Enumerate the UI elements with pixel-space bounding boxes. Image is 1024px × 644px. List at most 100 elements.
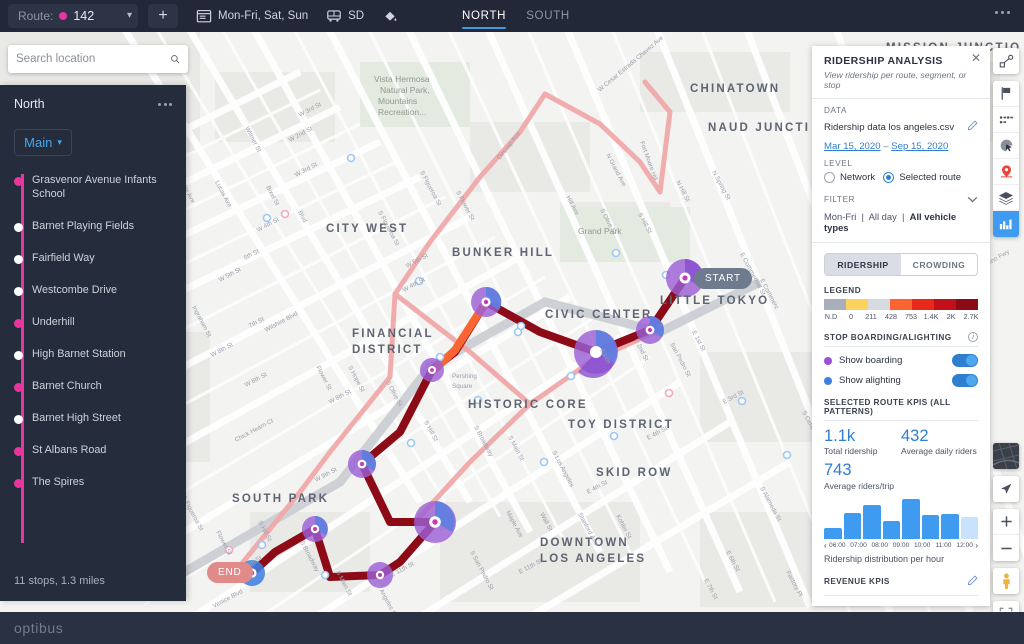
tab-south[interactable]: SOUTH	[526, 0, 570, 32]
tab-crowding[interactable]: CROWDING	[901, 254, 977, 275]
legend-swatch	[846, 299, 868, 310]
list-item[interactable]: St Albans Road	[0, 444, 186, 476]
zoom-out-button[interactable]	[993, 535, 1019, 561]
calendar-icon	[196, 9, 212, 23]
list-item[interactable]: The Spires	[0, 476, 186, 508]
chart-caption: Ridership distribution per hour	[824, 553, 945, 564]
route-shape-icon[interactable]	[993, 48, 1019, 74]
legend-tick: 0	[849, 312, 853, 321]
toggle-switch[interactable]	[952, 354, 978, 367]
revenue-section-title: REVENUE KPIS	[824, 577, 890, 587]
zoom-in-button[interactable]	[993, 509, 1019, 535]
list-item[interactable]: Westcombe Drive	[0, 284, 186, 316]
list-item[interactable]: Barnet Playing Fields	[0, 220, 186, 252]
bar-1100[interactable]	[921, 514, 939, 539]
data-section-label: DATA	[824, 106, 848, 115]
legend-swatch	[824, 299, 846, 310]
search-input[interactable]	[16, 53, 170, 65]
list-item[interactable]: Underhill	[0, 316, 186, 348]
legend-swatch	[956, 299, 978, 310]
search-location-box[interactable]	[8, 45, 188, 73]
bar-1300-partial[interactable]	[960, 516, 978, 539]
tab-ridership[interactable]: RIDERSHIP	[825, 254, 901, 275]
stop-marker	[14, 319, 23, 328]
chart-tick: 11:00	[935, 541, 952, 549]
chart-tick: 09:00	[892, 541, 910, 549]
add-route-button[interactable]: +	[148, 4, 178, 28]
radio-selected-route[interactable]: Selected route	[883, 172, 961, 183]
info-icon[interactable]: i	[968, 332, 978, 342]
stop-marker	[14, 415, 23, 424]
bar-0800[interactable]	[863, 505, 881, 539]
zoom-controls	[993, 509, 1019, 561]
bar-0600[interactable]	[824, 527, 842, 539]
filter-sep: |	[858, 211, 867, 222]
stop-marker	[14, 383, 23, 392]
close-icon[interactable]: ✕	[971, 52, 981, 64]
pattern-selector[interactable]: Main ▾	[14, 129, 72, 156]
bar-1000[interactable]	[902, 498, 920, 539]
layers-icon[interactable]	[993, 185, 1019, 211]
stop-marker	[14, 447, 23, 456]
date-range-row[interactable]: Mar 15, 2020 – Sep 15, 2020	[824, 141, 978, 152]
cursor-select-icon[interactable]	[993, 133, 1019, 159]
kpi-total-ridership: 1.1k Total ridership	[824, 427, 901, 456]
edit-pencil-icon[interactable]	[967, 118, 978, 136]
stop-name: Barnet Playing Fields	[32, 220, 135, 232]
stop-name: High Barnet Station	[32, 348, 126, 360]
navigate-icon[interactable]	[993, 476, 1019, 502]
chevron-down-icon[interactable]	[967, 190, 978, 208]
list-item[interactable]: Barnet High Street	[0, 412, 186, 444]
search-icon	[171, 55, 180, 64]
alighting-color-dot	[824, 376, 832, 385]
calendar-filter[interactable]: Mon-Fri, Sat, Sun	[196, 9, 308, 23]
filter-header[interactable]: FILTER	[824, 190, 978, 208]
toggle-show-boarding[interactable]: Show boarding	[824, 354, 978, 367]
metric-tabs: RIDERSHIP CROWDING	[824, 253, 978, 276]
street-view-pegman-icon[interactable]	[993, 568, 1019, 594]
filter-days: Mon-Fri	[824, 211, 857, 222]
kpi-average-daily-riders: 432 Average daily riders	[901, 427, 978, 456]
route-selector[interactable]: Route: 142 ▾	[8, 4, 138, 28]
chart-next-arrow[interactable]: ›	[975, 541, 978, 550]
filter-summary: Mon-Fri | All day | All vehicle types	[824, 211, 978, 233]
divider	[824, 420, 978, 421]
timetable-icon[interactable]	[993, 107, 1019, 133]
left-panel-header: North	[0, 85, 186, 117]
bar-0700[interactable]	[843, 512, 861, 539]
toggle-label: Show boarding	[839, 355, 903, 366]
tab-north[interactable]: NORTH	[462, 0, 507, 32]
bar-0900[interactable]	[882, 520, 900, 539]
toggle-switch[interactable]	[952, 374, 978, 387]
stop-list[interactable]: Grasvenor Avenue Infants School Barnet P…	[0, 166, 186, 565]
fill-color-tool[interactable]	[382, 9, 398, 23]
revenue-section-header: REVENUE KPIS	[824, 573, 978, 591]
data-file-row[interactable]: Ridership data los angeles.csv	[824, 118, 978, 136]
radio-network[interactable]: Network	[824, 172, 875, 183]
stop-name: St Albans Road	[32, 444, 107, 456]
bar-1200[interactable]	[941, 513, 959, 539]
bottom-bar: optibus	[0, 612, 1024, 644]
map-controls-group	[993, 476, 1019, 502]
date-from[interactable]: Mar 15, 2020	[824, 141, 881, 152]
chart-tick: 06:00	[829, 541, 846, 549]
satellite-thumbnail[interactable]	[993, 443, 1019, 469]
toggle-show-alighting[interactable]: Show alighting	[824, 374, 978, 387]
list-item[interactable]: High Barnet Station	[0, 348, 186, 380]
ridership-icon[interactable]	[993, 211, 1019, 237]
place-marker-icon[interactable]	[993, 159, 1019, 185]
date-to[interactable]: Sep 15, 2020	[891, 141, 948, 152]
overflow-menu-button[interactable]	[995, 11, 1010, 14]
route-stops-panel: North Main ▾ Grasvenor Avenue Infants Sc…	[0, 85, 186, 601]
vehicle-filter[interactable]: SD	[326, 9, 364, 23]
stop-name: Grasvenor Avenue Infants School	[32, 174, 157, 200]
edit-pencil-icon[interactable]	[967, 573, 978, 591]
list-item[interactable]: Grasvenor Avenue Infants School	[0, 174, 186, 220]
stop-name: Barnet Church	[32, 380, 102, 392]
list-item[interactable]: Barnet Church	[0, 380, 186, 412]
flag-icon[interactable]	[993, 81, 1019, 107]
direction-tabs: NORTH SOUTH	[462, 0, 570, 32]
radio-icon-selected	[883, 172, 895, 183]
left-panel-menu-button[interactable]	[158, 102, 172, 106]
list-item[interactable]: Fairfield Way	[0, 252, 186, 284]
